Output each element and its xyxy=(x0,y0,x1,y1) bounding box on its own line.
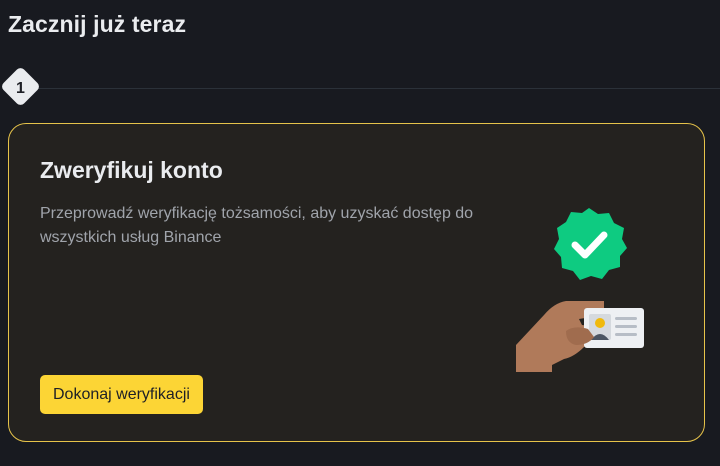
page: Zacznij już teraz 1 Zweryfikuj konto Prz… xyxy=(0,0,720,466)
verified-id-card-icon xyxy=(516,208,644,372)
step-number: 1 xyxy=(16,80,25,97)
verify-button[interactable]: Dokonaj weryfikacji xyxy=(40,375,203,414)
card-description: Przeprowadź weryfikację tożsamości, aby … xyxy=(40,205,474,246)
card-title: Zweryfikuj konto xyxy=(40,157,223,183)
step-indicator: 1 xyxy=(0,65,720,110)
step-divider xyxy=(30,88,720,89)
check-badge-icon xyxy=(554,208,627,280)
page-title: Zacznij już teraz xyxy=(8,11,187,37)
verify-account-card: Zweryfikuj konto Przeprowadź weryfikację… xyxy=(8,123,705,442)
